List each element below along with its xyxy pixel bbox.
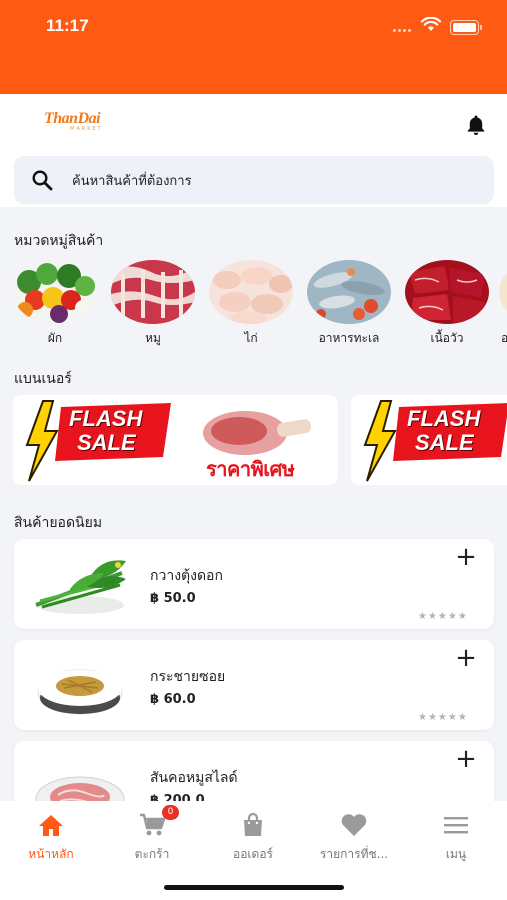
category-label: หมู [145, 331, 161, 345]
category-label: ผัก [47, 331, 63, 345]
rating-stars: ★★★★★ [418, 611, 468, 622]
category-item-beef[interactable]: เนื้อวัว [405, 260, 489, 348]
flash-sale-label: FLASH SALE [407, 406, 481, 455]
banners-title: แบนเนอร์ [14, 371, 72, 387]
status-time: 11:17 [46, 16, 89, 35]
product-name: กระชายซอย [150, 669, 226, 685]
nav-item-menu[interactable]: เมนู [406, 811, 506, 864]
nav-label: หน้าหลัก [28, 847, 74, 861]
product-price: ฿ 60.0 [150, 692, 196, 707]
category-image-chicken [209, 260, 293, 324]
search-input[interactable]: ค้นหาสินค้าที่ต้องการ [72, 170, 192, 191]
category-item-partial[interactable]: อ [499, 260, 507, 348]
category-item-vegetables[interactable]: ผัก [13, 260, 97, 348]
category-label: อ [501, 331, 507, 345]
category-image-beef [405, 260, 489, 324]
search-icon [32, 170, 53, 191]
nav-label: รายการที่ช... [319, 847, 389, 861]
banner-item[interactable]: FLASH SALE [351, 395, 507, 485]
banner-carousel[interactable]: FLASH SALE ราคาพิเศษ FLASH SALE [13, 395, 507, 487]
battery-icon [450, 20, 482, 35]
banner-item[interactable]: FLASH SALE ราคาพิเศษ [13, 395, 338, 485]
menu-icon [444, 817, 468, 834]
heart-icon [341, 814, 367, 836]
category-item-pork[interactable]: หมู [111, 260, 195, 348]
category-list[interactable]: ผัก หมู ไก่ อาหารทะเล เนื้อวัว อ [13, 260, 507, 350]
search-bar[interactable]: ค้นหาสินค้าที่ต้องการ [14, 156, 494, 204]
home-indicator [164, 885, 344, 890]
popular-title: สินค้ายอดนิยม [14, 515, 103, 531]
cart-icon [140, 813, 166, 836]
nav-item-orders[interactable]: ออเดอร์ [203, 811, 303, 864]
add-to-cart-button[interactable]: + [454, 746, 478, 772]
add-to-cart-button[interactable]: + [454, 645, 478, 671]
category-image-seafood [307, 260, 391, 324]
category-item-seafood[interactable]: อาหารทะเล [307, 260, 391, 348]
category-image-pork [111, 260, 195, 324]
wifi-icon [421, 17, 441, 31]
app-header: ThanDai MARKET ค้นหาสินค้าที่ต้องการ [0, 94, 507, 207]
product-image-choy-sum [35, 560, 126, 614]
category-label: ไก่ [244, 331, 258, 345]
product-card[interactable]: กระชายซอย ฿ 60.0 + ★★★★★ [14, 640, 494, 730]
flash-sale-label: FLASH SALE [69, 406, 143, 455]
cart-count-badge: 0 [162, 805, 179, 820]
nav-item-cart[interactable]: 0 ตะกร้า [102, 805, 202, 864]
promo-text: ราคาพิเศษ [206, 457, 295, 481]
nav-item-home[interactable]: หน้าหลัก [1, 811, 101, 864]
category-image-partial [499, 260, 507, 324]
logo-tagline: MARKET [70, 126, 103, 132]
product-card[interactable]: กวางตุ้งดอก ฿ 50.0 + ★★★★★ [14, 539, 494, 629]
categories-title: หมวดหมู่สินค้า [14, 233, 104, 249]
signal-dots-icon [393, 29, 415, 32]
bag-icon [244, 812, 262, 836]
app-logo: ThanDai MARKET [44, 110, 124, 142]
product-name: สันคอหมูสไลด์ [150, 770, 238, 786]
nav-label: เมนู [445, 847, 467, 861]
category-label: อาหารทะเล [318, 331, 380, 345]
product-image-fingerroot [37, 669, 123, 715]
add-to-cart-button[interactable]: + [454, 544, 478, 570]
product-name: กวางตุ้งดอก [150, 568, 223, 584]
category-item-chicken[interactable]: ไก่ [209, 260, 293, 348]
nav-label: ออเดอร์ [233, 847, 273, 861]
product-price: ฿ 50.0 [150, 591, 196, 606]
nav-label: ตะกร้า [134, 847, 170, 861]
status-bar: 11:17 [0, 0, 507, 94]
nav-item-favorites[interactable]: รายการที่ช... [304, 811, 404, 864]
category-image-vegetables [13, 260, 97, 324]
notification-bell-icon[interactable] [464, 113, 488, 137]
rating-stars: ★★★★★ [418, 712, 468, 723]
category-label: เนื้อวัว [430, 331, 464, 345]
home-icon [39, 815, 63, 836]
